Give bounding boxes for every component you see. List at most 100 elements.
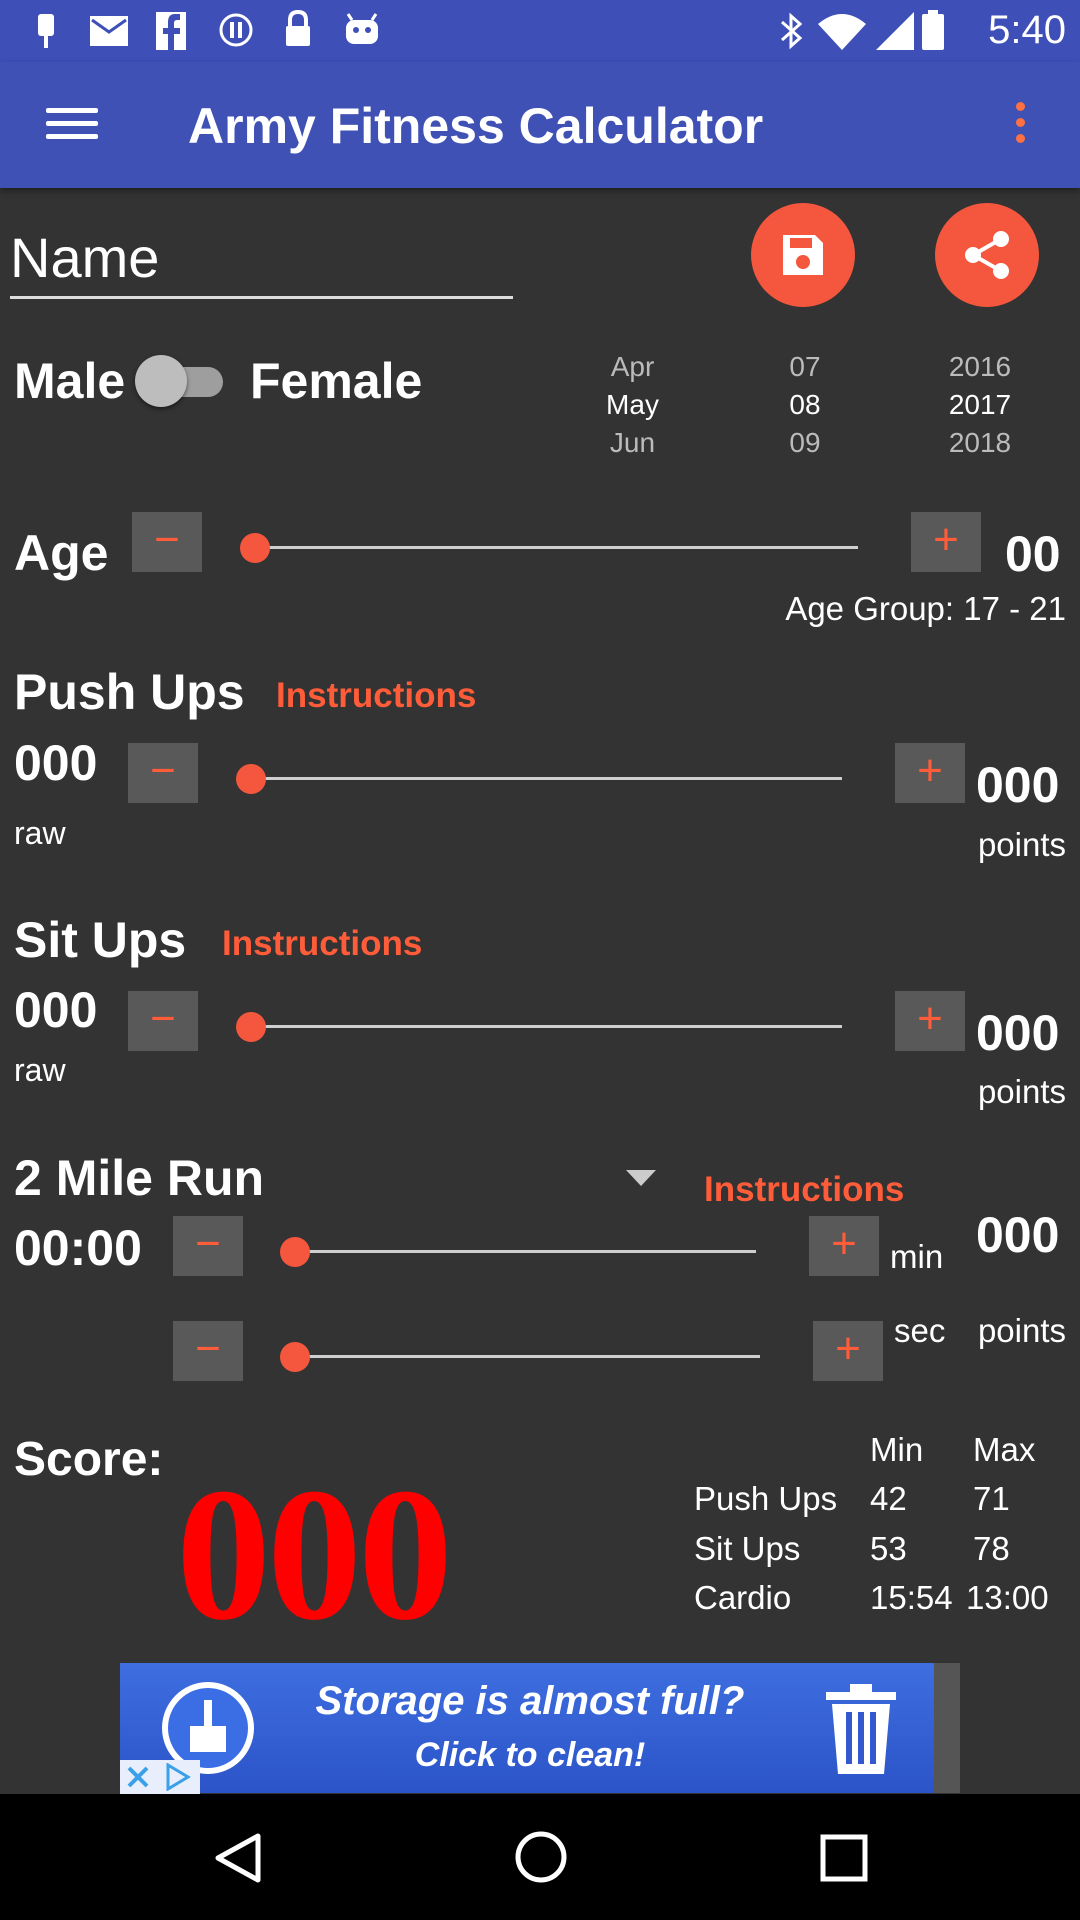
sit-ups-points-value: 000 xyxy=(976,1005,1060,1061)
pause-icon xyxy=(219,13,253,47)
overflow-menu-icon[interactable] xyxy=(1010,102,1030,150)
sit-ups-points-label: points xyxy=(977,1073,1066,1110)
standards-row-min: 15:54 xyxy=(870,1579,953,1616)
recents-icon[interactable] xyxy=(820,1834,868,1882)
month-selected[interactable]: May xyxy=(580,386,685,424)
standards-row-name: Sit Ups xyxy=(694,1530,801,1567)
wifi-icon xyxy=(818,14,866,50)
month-prev[interactable]: Apr xyxy=(580,348,685,386)
year-prev[interactable]: 2016 xyxy=(925,348,1035,386)
score-value: 000 xyxy=(176,1450,453,1660)
close-icon[interactable] xyxy=(126,1765,150,1789)
battery-icon xyxy=(922,10,944,50)
push-ups-slider-track[interactable] xyxy=(248,777,842,780)
run-points-value: 000 xyxy=(976,1207,1060,1263)
standards-header-max: Max xyxy=(973,1431,1036,1468)
menu-icon[interactable] xyxy=(46,108,98,144)
year-selected[interactable]: 2017 xyxy=(925,386,1035,424)
push-ups-raw-label: raw xyxy=(14,815,66,851)
facebook-icon xyxy=(156,12,186,50)
standards-row-max: 71 xyxy=(973,1480,1010,1517)
status-time: 5:40 xyxy=(988,8,1066,52)
standards-row-min: 42 xyxy=(870,1480,907,1517)
ad-frame-right xyxy=(934,1663,960,1793)
run-min-decrement-button[interactable]: − xyxy=(173,1216,243,1276)
age-increment-button[interactable]: + xyxy=(911,512,981,572)
run-min-slider-track[interactable] xyxy=(288,1250,756,1253)
sit-ups-increment-button[interactable]: + xyxy=(895,991,965,1051)
ad-choices-badge[interactable] xyxy=(120,1760,200,1794)
age-group: Age Group: 17 - 21 xyxy=(785,590,1066,627)
notification-icon xyxy=(38,14,54,48)
home-icon[interactable] xyxy=(514,1830,568,1884)
status-bar: 5:40 xyxy=(0,0,1080,62)
ad-subline[interactable]: Click to clean! xyxy=(250,1735,810,1775)
gender-toggle-thumb[interactable] xyxy=(135,355,187,407)
year-next[interactable]: 2018 xyxy=(925,424,1035,462)
signal-icon xyxy=(876,12,914,50)
mail-icon xyxy=(90,16,128,46)
share-button[interactable] xyxy=(935,203,1039,307)
run-points-label: points xyxy=(977,1312,1066,1349)
run-sec-label: sec xyxy=(894,1312,946,1349)
android-icon xyxy=(346,13,378,44)
push-ups-points-label: points xyxy=(977,826,1066,863)
age-slider-track[interactable] xyxy=(250,546,858,549)
male-label: Male xyxy=(14,353,126,409)
sit-ups-slider-thumb[interactable] xyxy=(236,1012,266,1042)
lock-icon xyxy=(286,10,310,46)
run-instructions-link[interactable]: Instructions xyxy=(704,1170,904,1210)
day-selected[interactable]: 08 xyxy=(760,386,850,424)
sit-ups-decrement-button[interactable]: − xyxy=(128,991,198,1051)
back-icon[interactable] xyxy=(212,1832,262,1884)
day-picker[interactable]: 07 08 09 xyxy=(760,348,850,462)
age-slider-thumb[interactable] xyxy=(240,533,270,563)
run-min-increment-button[interactable]: + xyxy=(809,1216,879,1276)
day-prev[interactable]: 07 xyxy=(760,348,850,386)
score-label: Score: xyxy=(14,1433,164,1486)
push-ups-raw-value: 000 xyxy=(14,735,98,791)
standards-row-max: 78 xyxy=(973,1530,1010,1567)
age-label: Age xyxy=(14,525,109,581)
sit-ups-raw-label: raw xyxy=(14,1052,66,1088)
bluetooth-icon xyxy=(781,12,803,50)
push-ups-slider-thumb[interactable] xyxy=(236,764,266,794)
adchoices-icon[interactable] xyxy=(164,1763,192,1791)
standards-header-min: Min xyxy=(870,1431,924,1468)
share-icon xyxy=(965,231,1009,279)
sit-ups-instructions-link[interactable]: Instructions xyxy=(222,924,422,964)
month-next[interactable]: Jun xyxy=(580,424,685,462)
run-sec-slider-track[interactable] xyxy=(288,1355,760,1358)
day-next[interactable]: 09 xyxy=(760,424,850,462)
push-ups-label: Push Ups xyxy=(14,664,245,720)
standards-row-name: Cardio xyxy=(694,1579,792,1616)
push-ups-increment-button[interactable]: + xyxy=(895,743,965,803)
sit-ups-label: Sit Ups xyxy=(14,912,187,968)
run-label: 2 Mile Run xyxy=(14,1150,265,1206)
age-decrement-button[interactable]: − xyxy=(132,512,202,572)
run-time-value: 00:00 xyxy=(14,1220,142,1276)
female-label: Female xyxy=(250,353,423,409)
name-input[interactable] xyxy=(10,218,513,299)
run-sec-slider-thumb[interactable] xyxy=(280,1342,310,1372)
standards-row-max: 13:00 xyxy=(966,1579,1049,1616)
standards-row-name: Push Ups xyxy=(694,1480,838,1517)
push-ups-points-value: 000 xyxy=(976,757,1060,813)
month-picker[interactable]: Apr May Jun xyxy=(580,348,685,462)
run-sec-decrement-button[interactable]: − xyxy=(173,1321,243,1381)
run-min-label: min xyxy=(890,1238,944,1275)
trash-icon xyxy=(826,1684,896,1774)
save-icon xyxy=(783,235,823,275)
sit-ups-raw-value: 000 xyxy=(14,982,98,1038)
sit-ups-slider-track[interactable] xyxy=(248,1025,842,1028)
push-ups-decrement-button[interactable]: − xyxy=(128,743,198,803)
run-min-slider-thumb[interactable] xyxy=(280,1237,310,1267)
standards-row-min: 53 xyxy=(870,1530,907,1567)
year-picker[interactable]: 2016 2017 2018 xyxy=(925,348,1035,462)
push-ups-instructions-link[interactable]: Instructions xyxy=(276,676,476,716)
run-dropdown-icon[interactable] xyxy=(626,1170,656,1186)
save-button[interactable] xyxy=(751,203,855,307)
ad-headline[interactable]: Storage is almost full? xyxy=(250,1678,810,1724)
age-value: 00 xyxy=(1005,526,1061,582)
run-sec-increment-button[interactable]: + xyxy=(813,1321,883,1381)
